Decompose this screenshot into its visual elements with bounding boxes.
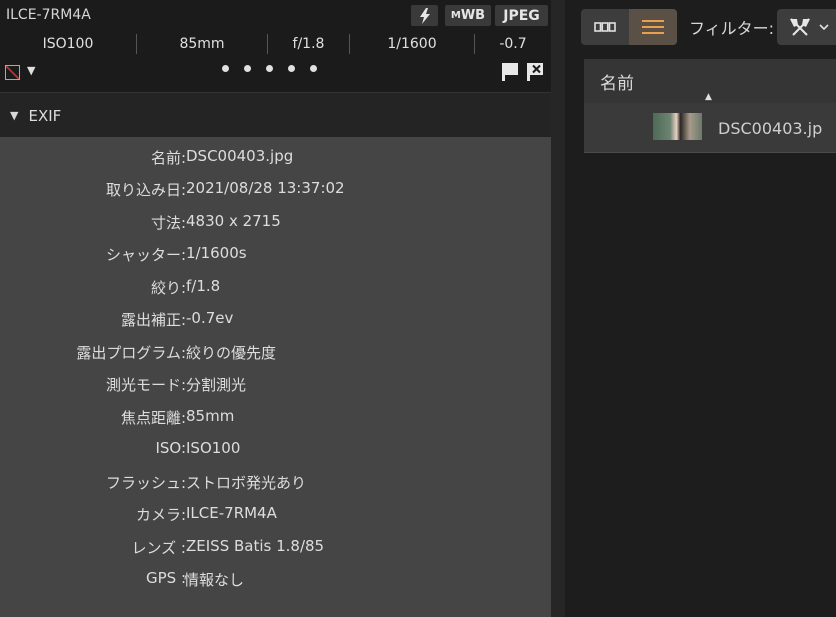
sort-ascending-icon: ▲ (705, 92, 712, 102)
exif-value: 4830 x 2715 (186, 212, 281, 230)
exif-row: ISO: ISO100 (0, 439, 551, 463)
shutter-value: 1/1600 (387, 36, 437, 52)
exif-value: ISO100 (186, 439, 241, 457)
exif-key: 取り込み日: (105, 181, 186, 199)
exif-row: GPS : 情報なし (0, 569, 551, 593)
exif-key: 焦点距離: (120, 409, 186, 427)
flag-icon[interactable] (501, 62, 519, 82)
filter-dropdown[interactable] (777, 9, 836, 45)
exif-row: 絞り: f/1.8 (0, 277, 551, 301)
exif-key: 名前: (150, 149, 186, 167)
exif-row: フラッシュ: ストロボ発光あり (0, 472, 551, 496)
exif-key: 寸法: (150, 214, 186, 232)
exif-value: ZEISS Batis 1.8/85 (186, 537, 325, 555)
wb-label: WB (460, 8, 486, 23)
iso-value: ISO100 (42, 36, 94, 52)
color-label-swatch[interactable] (5, 65, 20, 80)
exif-key: ISO: (155, 439, 186, 457)
exif-row: 露出補正: -0.7ev (0, 309, 551, 333)
list-view-icon (642, 20, 664, 34)
exif-key: 測光モード: (105, 376, 186, 394)
exif-row: 寸法: 4830 x 2715 (0, 212, 551, 236)
collapse-arrow-icon[interactable]: ▼ (10, 109, 18, 122)
exif-value: 2021/08/28 13:37:02 (186, 179, 345, 197)
exif-key: レンズ : (131, 539, 186, 557)
focal-length-value: 85mm (179, 36, 225, 52)
star-rating[interactable] (222, 65, 317, 72)
exif-value: 分割測光 (186, 376, 247, 394)
exif-value: 情報なし (184, 571, 245, 589)
exif-value: 1/1600s (186, 244, 247, 262)
view-mode-toggle (581, 9, 677, 45)
format-badge: JPEG (495, 5, 548, 26)
exif-key: GPS : (145, 569, 186, 587)
exif-row: カメラ: ILCE-7RM4A (0, 504, 551, 528)
chevron-down-icon (819, 24, 829, 31)
list-column-header[interactable]: 名前 ▲ (584, 59, 836, 103)
exif-section-title: EXIF (28, 106, 62, 125)
color-label-dropdown-icon[interactable]: ▼ (27, 64, 35, 77)
rating-dot[interactable] (310, 65, 317, 72)
exif-value: -0.7ev (186, 309, 234, 327)
aperture-value: f/1.8 (292, 36, 325, 52)
exif-row: 測光モード: 分割測光 (0, 374, 551, 398)
exif-section-header[interactable]: ▼ EXIF (0, 92, 551, 138)
exif-key: フラッシュ: (105, 474, 186, 492)
white-balance-badge: M WB (445, 5, 491, 26)
rating-dot[interactable] (288, 65, 295, 72)
shooting-info-row: ISO100 85mm f/1.8 1/1600 -0.7 (0, 33, 551, 55)
exif-value: 85mm (186, 407, 235, 425)
file-thumbnail[interactable] (653, 113, 702, 140)
exif-row: 名前: DSC00403.jpg (0, 147, 551, 171)
exif-key: 絞り: (150, 279, 186, 297)
file-name: DSC00403.jp (718, 119, 823, 138)
panel-scrollbar-gutter[interactable] (551, 0, 565, 617)
file-list-row[interactable]: DSC00403.jp (584, 103, 836, 153)
exif-value: DSC00403.jpg (186, 147, 294, 165)
flash-icon (411, 5, 438, 26)
rating-dot[interactable] (244, 65, 251, 72)
camera-model: ILCE-7RM4A (6, 7, 91, 23)
filter-label: フィルター: (689, 19, 775, 38)
rating-dot[interactable] (222, 65, 229, 72)
grid-view-button[interactable] (581, 9, 629, 45)
exif-value: ILCE-7RM4A (186, 504, 277, 522)
grid-view-icon (594, 22, 616, 32)
exif-key: 露出プログラム: (76, 344, 186, 362)
info-panel: ILCE-7RM4A M WB JPEG ISO100 85mm f/1.8 1… (0, 0, 551, 617)
exif-row: 取り込み日: 2021/08/28 13:37:02 (0, 179, 551, 203)
exif-row: 焦点距離: 85mm (0, 407, 551, 431)
exif-key: 露出補正: (120, 311, 186, 329)
exif-row: 露出プログラム: 絞りの優先度 (0, 342, 551, 366)
file-browser: フィルター: 名前 ▲ DSC00403.jp (565, 0, 836, 617)
exif-value: ストロボ発光あり (186, 474, 307, 492)
exif-key: シャッター: (105, 246, 186, 264)
exposure-comp-value: -0.7 (499, 36, 527, 52)
exif-value: f/1.8 (186, 277, 221, 295)
flags-filter-icon (790, 18, 810, 36)
exif-key: カメラ: (135, 506, 186, 524)
exif-details: 名前: DSC00403.jpg 取り込み日: 2021/08/28 13:37:0… (0, 137, 551, 617)
exif-value: 絞りの優先度 (186, 344, 277, 362)
white-balance-icon: M (450, 10, 461, 21)
list-view-button[interactable] (629, 9, 677, 45)
exif-row: シャッター: 1/1600s (0, 244, 551, 268)
reject-flag-icon[interactable] (526, 62, 544, 82)
column-name-header[interactable]: 名前 (600, 69, 634, 94)
rating-dot[interactable] (266, 65, 273, 72)
exif-row: レンズ : ZEISS Batis 1.8/85 (0, 537, 551, 561)
